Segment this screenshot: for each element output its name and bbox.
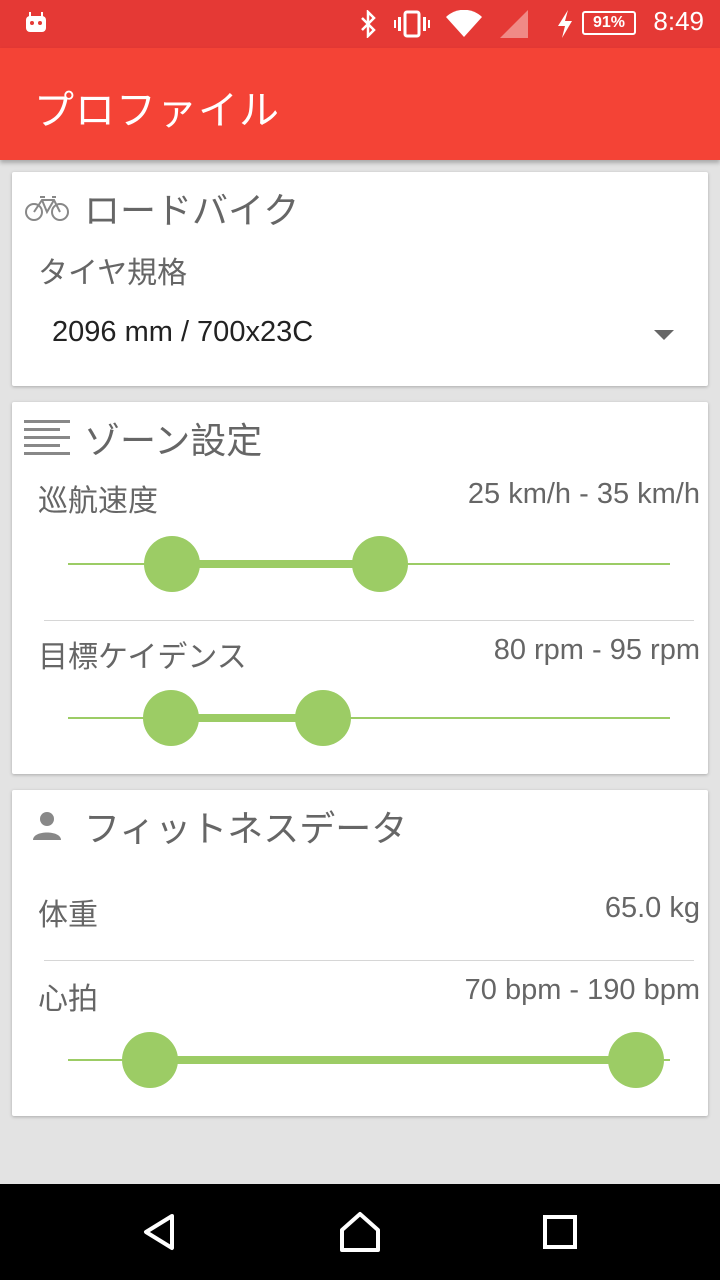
bicycle-icon: [24, 190, 70, 226]
list-icon: [24, 420, 70, 456]
divider: [44, 960, 694, 961]
cruise-speed-slider[interactable]: [68, 534, 670, 594]
bike-card-title: ロードバイク: [84, 191, 300, 232]
page-title: プロファイル: [34, 88, 280, 134]
cruise-speed-value: 25 km/h - 35 km/h: [467, 478, 700, 510]
fitness-card: フィットネスデータ 体重 65.0 kg 心拍 70 bpm - 190 bpm: [12, 790, 708, 1116]
weight-label: 体重: [38, 898, 98, 933]
android-icon: [26, 12, 46, 32]
weight-value[interactable]: 65.0 kg: [605, 892, 700, 925]
status-bar: 91% 8:49: [0, 0, 720, 48]
back-icon[interactable]: [130, 1202, 190, 1262]
slider-thumb-high[interactable]: [607, 1032, 664, 1088]
app-bar: プロファイル: [0, 48, 720, 160]
heart-rate-slider[interactable]: [68, 1030, 670, 1090]
cruise-speed-label: 巡航速度: [38, 484, 158, 519]
heart-rate-value: 70 bpm - 190 bpm: [464, 974, 700, 1006]
person-icon: [24, 808, 70, 844]
zone-card-header: ゾーン設定: [24, 416, 262, 462]
tire-dropdown[interactable]: 2096 mm / 700x23C: [52, 308, 682, 364]
cadence-value: 80 rpm - 95 rpm: [493, 634, 700, 666]
bike-card-header: ロードバイク: [24, 186, 299, 232]
divider: [44, 620, 694, 621]
bluetooth-icon: [361, 10, 376, 38]
battery-indicator: 91%: [582, 11, 636, 35]
zone-card-title: ゾーン設定: [84, 421, 263, 462]
zone-card: ゾーン設定 巡航速度 25 km/h - 35 km/h 目標ケイデンス 80 …: [12, 402, 708, 774]
recents-icon[interactable]: [530, 1202, 590, 1262]
slider-thumb-low[interactable]: [142, 690, 199, 746]
slider-range: [149, 1056, 636, 1064]
slider-thumb-high[interactable]: [294, 690, 351, 746]
cadence-label: 目標ケイデンス: [38, 640, 247, 675]
slider-range: [172, 560, 380, 568]
signal-icon: [500, 10, 528, 38]
status-time: 8:49: [653, 6, 704, 36]
heart-rate-label: 心拍: [38, 982, 98, 1017]
dropdown-arrow-icon: [654, 330, 674, 340]
slider-thumb-high[interactable]: [351, 536, 408, 592]
navigation-bar: [0, 1184, 720, 1280]
cadence-slider[interactable]: [68, 688, 670, 748]
slider-thumb-low[interactable]: [121, 1032, 178, 1088]
vibrate-icon: [394, 10, 430, 38]
fitness-card-header: フィットネスデータ: [24, 804, 407, 850]
tire-value: 2096 mm / 700x23C: [52, 316, 314, 348]
charging-icon: [558, 10, 572, 38]
slider-thumb-low[interactable]: [144, 536, 201, 592]
wifi-icon: [446, 10, 482, 37]
home-icon[interactable]: [330, 1202, 390, 1262]
fitness-card-title: フィットネスデータ: [84, 809, 408, 850]
bike-card: ロードバイク タイヤ規格 2096 mm / 700x23C: [12, 172, 708, 386]
tire-label: タイヤ規格: [38, 256, 188, 291]
